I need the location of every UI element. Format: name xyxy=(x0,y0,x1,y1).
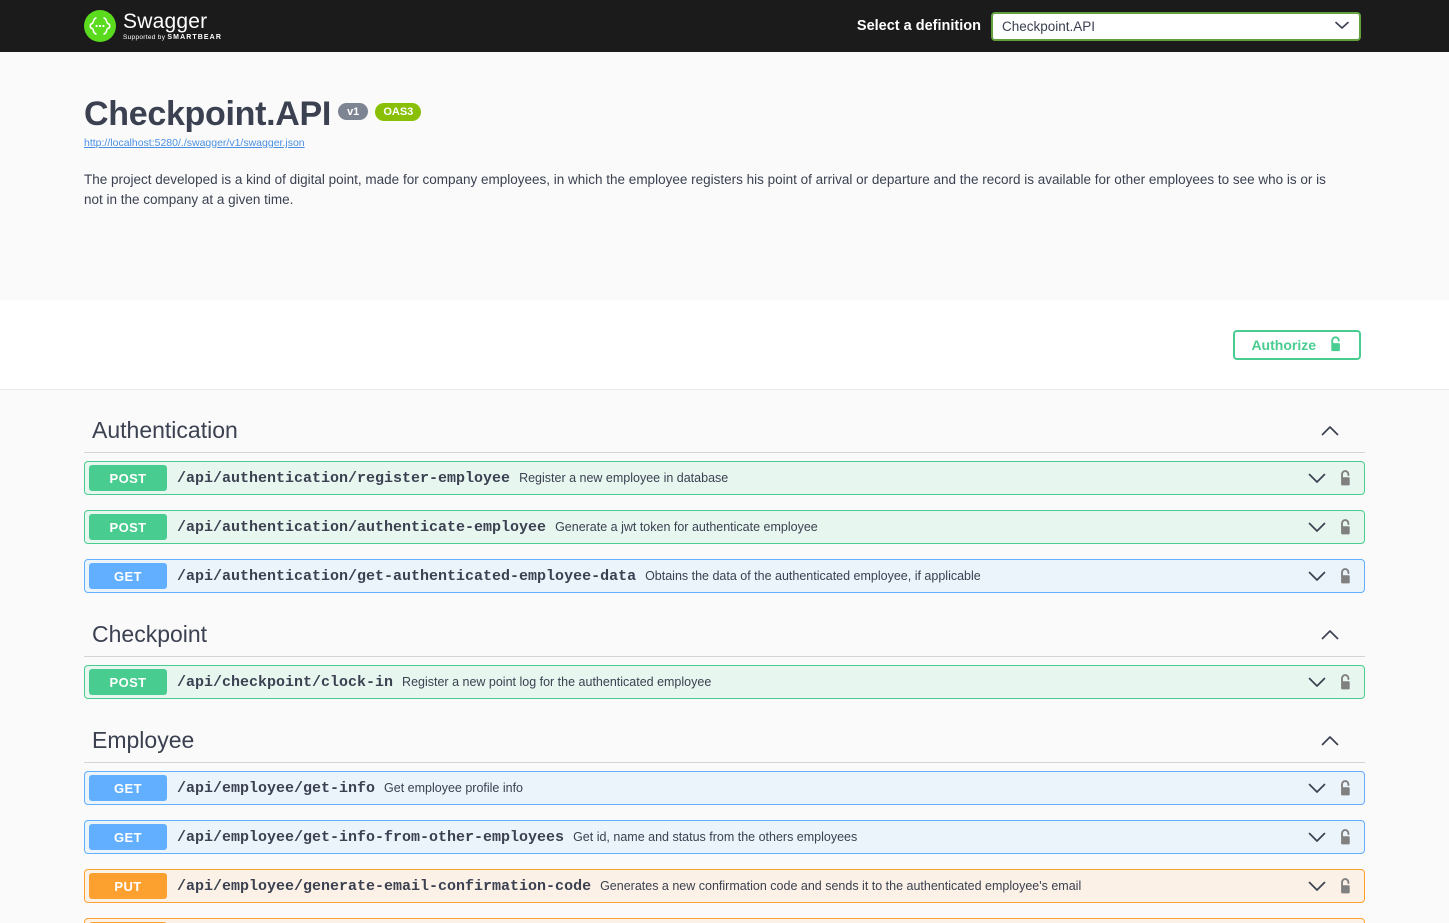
chevron-down-icon[interactable] xyxy=(1308,571,1326,582)
operation-summary: Obtains the data of the authenticated em… xyxy=(645,569,981,583)
api-title-row: Checkpoint.API v1 OAS3 xyxy=(84,94,1365,134)
select-definition-label: Select a definition xyxy=(856,18,981,34)
tag-name: Checkpoint xyxy=(92,621,208,647)
chevron-up-icon[interactable] xyxy=(1321,425,1339,436)
operation-summary: Generate a jwt token for authenticate em… xyxy=(555,520,818,534)
operations-container: Authentication POST /api/authentication/… xyxy=(0,390,1449,923)
operation-row-post-api-checkpoint-clock-in[interactable]: POST /api/checkpoint/clock-in Register a… xyxy=(84,665,1365,699)
tag-header-authentication[interactable]: Authentication xyxy=(84,404,1365,453)
operation-row-post-api-authentication-register-employee[interactable]: POST /api/authentication/register-employ… xyxy=(84,461,1365,495)
unlocked-padlock-icon[interactable] xyxy=(1338,673,1353,692)
operation-path: /api/employee/get-info xyxy=(177,779,376,797)
operation-row-get-api-employee-get-info[interactable]: GET /api/employee/get-info Get employee … xyxy=(84,771,1365,805)
definition-select-value: Checkpoint.API xyxy=(1002,18,1096,34)
definition-select[interactable]: Checkpoint.API xyxy=(991,11,1361,41)
swagger-logo-icon xyxy=(84,10,116,42)
chevron-down-icon[interactable] xyxy=(1308,832,1326,843)
operation-row-get-api-employee-get-info-from-other-employees[interactable]: GET /api/employee/get-info-from-other-em… xyxy=(84,820,1365,854)
operation-summary: Generates a new confirmation code and se… xyxy=(600,879,1082,893)
oas-version-badge: OAS3 xyxy=(375,103,422,121)
version-badge: v1 xyxy=(338,103,369,120)
api-description: The project developed is a kind of digit… xyxy=(84,172,1326,207)
operation-list: POST /api/authentication/register-employ… xyxy=(84,453,1365,593)
operation-row-post-api-authentication-authenticate-employee[interactable]: POST /api/authentication/authenticate-em… xyxy=(84,510,1365,544)
operation-controls xyxy=(1308,518,1364,537)
http-method-badge: GET xyxy=(89,563,167,589)
operation-summary: Get employee profile info xyxy=(384,781,524,795)
operation-path: /api/checkpoint/clock-in xyxy=(177,673,394,691)
page-title: Checkpoint.API xyxy=(84,95,332,133)
tag-section-authentication: Authentication POST /api/authentication/… xyxy=(84,404,1365,593)
chevron-down-icon[interactable] xyxy=(1308,677,1326,688)
definition-selector-group: Select a definition Checkpoint.API xyxy=(857,0,1361,52)
operation-list: POST /api/checkpoint/clock-in Register a… xyxy=(84,657,1365,699)
scheme-container: Authorize xyxy=(0,300,1449,390)
unlocked-padlock-icon[interactable] xyxy=(1338,779,1353,798)
operation-path: /api/authentication/authenticate-employe… xyxy=(177,518,547,536)
unlocked-padlock-icon[interactable] xyxy=(1338,518,1353,537)
tag-name: Employee xyxy=(92,727,195,753)
http-method-badge: PUT xyxy=(89,873,167,899)
unlocked-padlock-icon[interactable] xyxy=(1338,567,1353,586)
chevron-down-icon[interactable] xyxy=(1308,881,1326,892)
http-method-badge: POST xyxy=(89,514,167,540)
operation-controls xyxy=(1308,673,1364,692)
http-method-badge: POST xyxy=(89,669,167,695)
unlocked-padlock-icon[interactable] xyxy=(1338,877,1353,896)
operation-list: GET /api/employee/get-info Get employee … xyxy=(84,763,1365,923)
operation-row-get-api-authentication-get-authenticated-employee-data[interactable]: GET /api/authentication/get-authenticate… xyxy=(84,559,1365,593)
operation-controls xyxy=(1308,567,1364,586)
chevron-down-icon[interactable] xyxy=(1308,522,1326,533)
operation-row-put-api-employee-confirm-email[interactable]: PUT /api/employee/confirm-email Confirms… xyxy=(84,918,1365,923)
chevron-down-icon[interactable] xyxy=(1308,783,1326,794)
tag-section-employee: Employee GET /api/employee/get-info Get … xyxy=(84,714,1365,923)
topbar: Swagger Supported by SMARTBEAR Select a … xyxy=(0,0,1449,52)
operation-summary: Get id, name and status from the others … xyxy=(573,830,858,844)
operation-controls xyxy=(1308,469,1364,488)
chevron-down-icon xyxy=(1335,17,1349,35)
api-info-block: Checkpoint.API v1 OAS3 http://localhost:… xyxy=(0,52,1449,300)
operation-row-put-api-employee-generate-email-confirmation-code[interactable]: PUT /api/employee/generate-email-confirm… xyxy=(84,869,1365,903)
unlocked-padlock-icon[interactable] xyxy=(1338,828,1353,847)
http-method-badge: GET xyxy=(89,824,167,850)
operation-controls xyxy=(1308,828,1364,847)
swagger-logo-text: Swagger Supported by SMARTBEAR xyxy=(123,11,222,42)
tag-section-checkpoint: Checkpoint POST /api/checkpoint/clock-in… xyxy=(84,608,1365,699)
authorize-button-label: Authorize xyxy=(1251,336,1316,353)
operation-path: /api/employee/get-info-from-other-employ… xyxy=(177,828,565,846)
chevron-down-icon[interactable] xyxy=(1308,473,1326,484)
operation-summary: Register a new point log for the authent… xyxy=(402,675,712,689)
chevron-up-icon[interactable] xyxy=(1321,735,1339,746)
swagger-logo-link[interactable]: Swagger Supported by SMARTBEAR xyxy=(84,10,222,42)
spec-url-link[interactable]: http://localhost:5280/./swagger/v1/swagg… xyxy=(84,137,1365,149)
unlocked-padlock-icon xyxy=(1328,336,1343,353)
authorize-button[interactable]: Authorize xyxy=(1233,329,1361,360)
operation-path: /api/authentication/register-employee xyxy=(177,469,511,487)
unlocked-padlock-icon[interactable] xyxy=(1338,469,1353,488)
tag-name: Authentication xyxy=(92,417,238,443)
chevron-up-icon[interactable] xyxy=(1321,629,1339,640)
http-method-badge: POST xyxy=(89,465,167,491)
operation-path: /api/authentication/get-authenticated-em… xyxy=(177,567,637,585)
operation-controls xyxy=(1308,877,1364,896)
operation-summary: Register a new employee in database xyxy=(519,471,729,485)
smartbear-brand: SMARTBEAR xyxy=(167,33,222,41)
tag-header-checkpoint[interactable]: Checkpoint xyxy=(84,608,1365,657)
swagger-supported-by: Supported by SMARTBEAR xyxy=(123,33,222,41)
swagger-wordmark: Swagger xyxy=(123,9,208,33)
http-method-badge: GET xyxy=(89,775,167,801)
tag-header-employee[interactable]: Employee xyxy=(84,714,1365,763)
operation-controls xyxy=(1308,779,1364,798)
operation-path: /api/employee/generate-email-confirmatio… xyxy=(177,877,592,895)
